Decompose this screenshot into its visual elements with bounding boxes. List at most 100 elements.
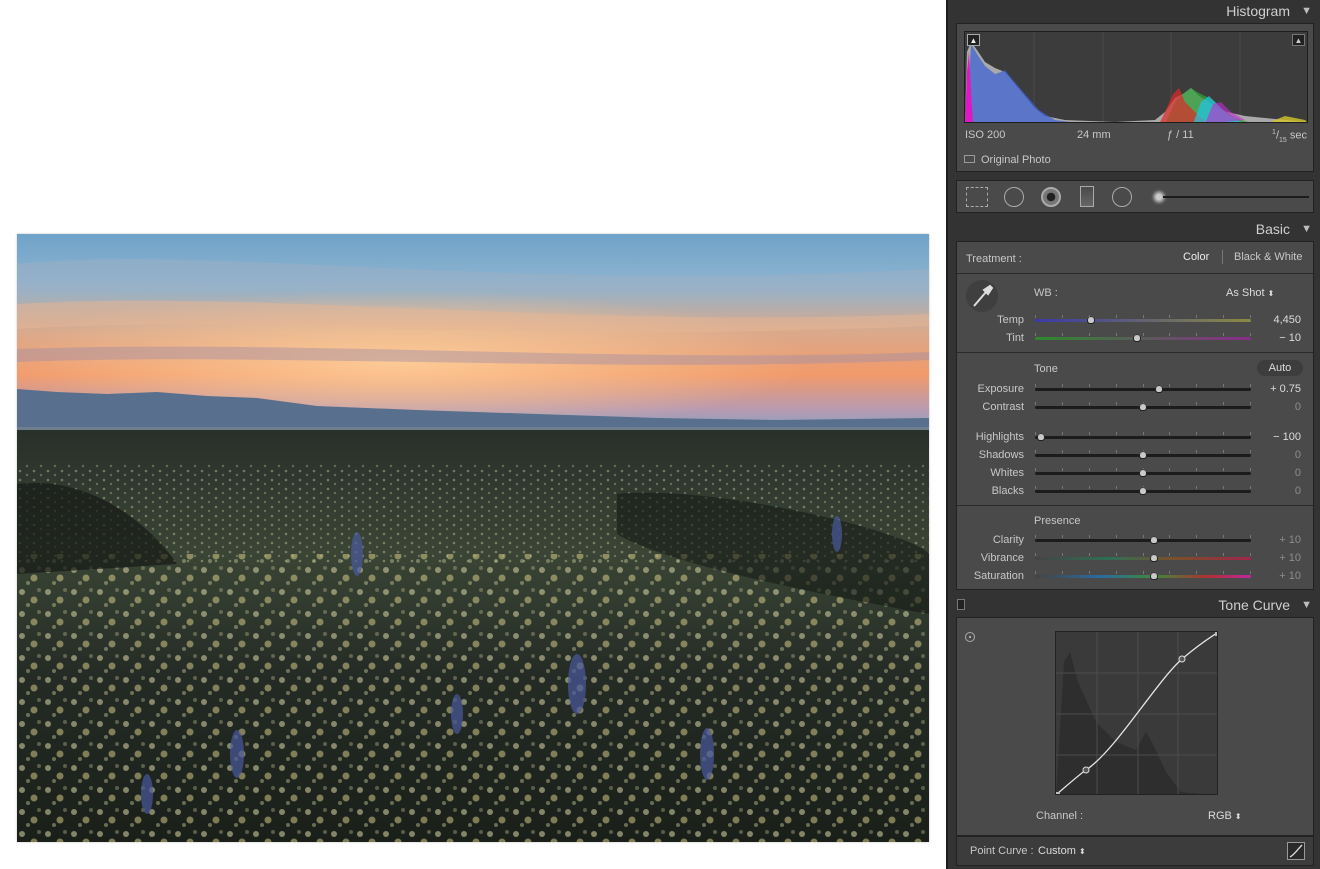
whites-value[interactable]: 0: [1295, 467, 1301, 479]
collapse-triangle-icon[interactable]: ▼: [1301, 0, 1312, 22]
blacks-slider[interactable]: [1035, 486, 1251, 495]
slider-tick: [1196, 571, 1197, 574]
wb-label: WB :: [1034, 287, 1058, 299]
clarity-value[interactable]: + 10: [1279, 534, 1301, 546]
slider-tick: [1062, 315, 1063, 318]
crop-overlay-icon[interactable]: [966, 187, 988, 207]
wb-dropdown[interactable]: As Shot ⬍: [1226, 287, 1274, 299]
spot-removal-icon[interactable]: [1004, 187, 1024, 207]
basic-header[interactable]: Basic ▼: [948, 218, 1320, 240]
wb-eyedropper-icon[interactable]: [966, 280, 998, 312]
slider-tick: [1143, 384, 1144, 387]
tone-curve-graph[interactable]: [1055, 631, 1218, 795]
slider-handle[interactable]: [1139, 403, 1147, 411]
slider-tick: [1035, 535, 1036, 538]
slider-tick: [1035, 384, 1036, 387]
tone-label: Tone: [1034, 363, 1058, 375]
histogram-header[interactable]: Histogram ▼: [948, 0, 1320, 22]
highlights-value[interactable]: − 100: [1273, 431, 1301, 443]
point-curve-edit-icon[interactable]: [1287, 842, 1305, 860]
temp-value[interactable]: 4,450: [1273, 314, 1301, 326]
stepper-arrows-icon: ⬍: [1078, 847, 1086, 856]
stepper-arrows-icon: ⬍: [1234, 812, 1242, 821]
slider-tick: [1223, 402, 1224, 405]
tint-slider[interactable]: [1035, 333, 1251, 342]
slider-tick: [1062, 468, 1063, 471]
slider-tick: [1223, 315, 1224, 318]
exposure-slider[interactable]: [1035, 384, 1251, 393]
treatment-bw-button[interactable]: Black & White: [1234, 251, 1302, 263]
landscape-photo: [17, 234, 929, 842]
vibrance-value[interactable]: + 10: [1279, 552, 1301, 564]
channel-label: Channel :: [1036, 810, 1084, 822]
highlights-slider[interactable]: [1035, 432, 1251, 441]
slider-tick: [1196, 384, 1197, 387]
slider-handle[interactable]: [1139, 451, 1147, 459]
shadow-clipping-icon[interactable]: ▲: [967, 34, 980, 46]
targeted-adjustment-icon[interactable]: [965, 632, 975, 642]
aperture-info: ƒ / 11: [1167, 129, 1194, 141]
slider-tick: [1169, 315, 1170, 318]
slider-tick: [1116, 402, 1117, 405]
collapse-triangle-icon[interactable]: ▼: [1301, 594, 1312, 616]
channel-dropdown[interactable]: RGB ⬍: [1208, 810, 1242, 822]
shadows-slider[interactable]: [1035, 450, 1251, 459]
red-eye-icon[interactable]: [1041, 187, 1061, 207]
blacks-value[interactable]: 0: [1295, 485, 1301, 497]
contrast-slider[interactable]: [1035, 402, 1251, 411]
slider-handle[interactable]: [1139, 487, 1147, 495]
saturation-value[interactable]: + 10: [1279, 570, 1301, 582]
slider-tick: [1196, 468, 1197, 471]
slider-tick: [1169, 571, 1170, 574]
slider-handle[interactable]: [1150, 536, 1158, 544]
contrast-value[interactable]: 0: [1295, 401, 1301, 413]
treatment-color-button[interactable]: Color: [1183, 251, 1209, 263]
clarity-slider[interactable]: [1035, 535, 1251, 544]
slider-tick: [1143, 432, 1144, 435]
radial-filter-icon[interactable]: [1112, 187, 1132, 207]
exposure-value[interactable]: + 0.75: [1270, 383, 1301, 395]
tone-curve-header[interactable]: Tone Curve ▼: [948, 594, 1320, 616]
auto-tone-button[interactable]: Auto: [1257, 360, 1303, 376]
shadows-value[interactable]: 0: [1295, 449, 1301, 461]
temp-slider[interactable]: [1035, 315, 1251, 324]
treatment-divider: [1222, 250, 1223, 264]
slider-tick: [1035, 553, 1036, 556]
saturation-label: Saturation: [973, 570, 1024, 582]
slider-handle[interactable]: [1037, 433, 1045, 441]
whites-slider[interactable]: [1035, 468, 1251, 477]
panel-toggle-icon[interactable]: [957, 599, 965, 610]
slider-tick: [1169, 432, 1170, 435]
graduated-filter-icon[interactable]: [1080, 186, 1094, 207]
slider-tick: [1116, 571, 1117, 574]
slider-tick: [1143, 553, 1144, 556]
slider-handle[interactable]: [1150, 554, 1158, 562]
slider-tick: [1116, 432, 1117, 435]
slider-tick: [1116, 315, 1117, 318]
point-curve-dropdown[interactable]: Custom ⬍: [1038, 845, 1086, 857]
slider-tick: [1169, 553, 1170, 556]
vibrance-slider[interactable]: [1035, 553, 1251, 562]
original-photo-label: Original Photo: [981, 154, 1051, 166]
slider-tick: [1062, 402, 1063, 405]
slider-handle[interactable]: [1150, 572, 1158, 580]
slider-tick: [1143, 333, 1144, 336]
tool-slider-track[interactable]: [1163, 196, 1309, 198]
slider-tick: [1089, 402, 1090, 405]
slider-tick: [1169, 402, 1170, 405]
original-photo-checkbox[interactable]: [964, 155, 975, 163]
divider: [957, 273, 1313, 274]
photo-preview[interactable]: [17, 234, 929, 842]
collapse-triangle-icon[interactable]: ▼: [1301, 218, 1312, 240]
slider-tick: [1062, 432, 1063, 435]
tint-value[interactable]: − 10: [1279, 332, 1301, 344]
saturation-slider[interactable]: [1035, 571, 1251, 580]
slider-handle[interactable]: [1133, 334, 1141, 342]
slider-tick: [1116, 450, 1117, 453]
slider-tick: [1196, 402, 1197, 405]
slider-handle[interactable]: [1139, 469, 1147, 477]
highlight-clipping-icon[interactable]: ▲: [1292, 34, 1305, 46]
slider-tick: [1250, 333, 1251, 336]
slider-tick: [1250, 450, 1251, 453]
slider-handle[interactable]: [1155, 385, 1163, 393]
